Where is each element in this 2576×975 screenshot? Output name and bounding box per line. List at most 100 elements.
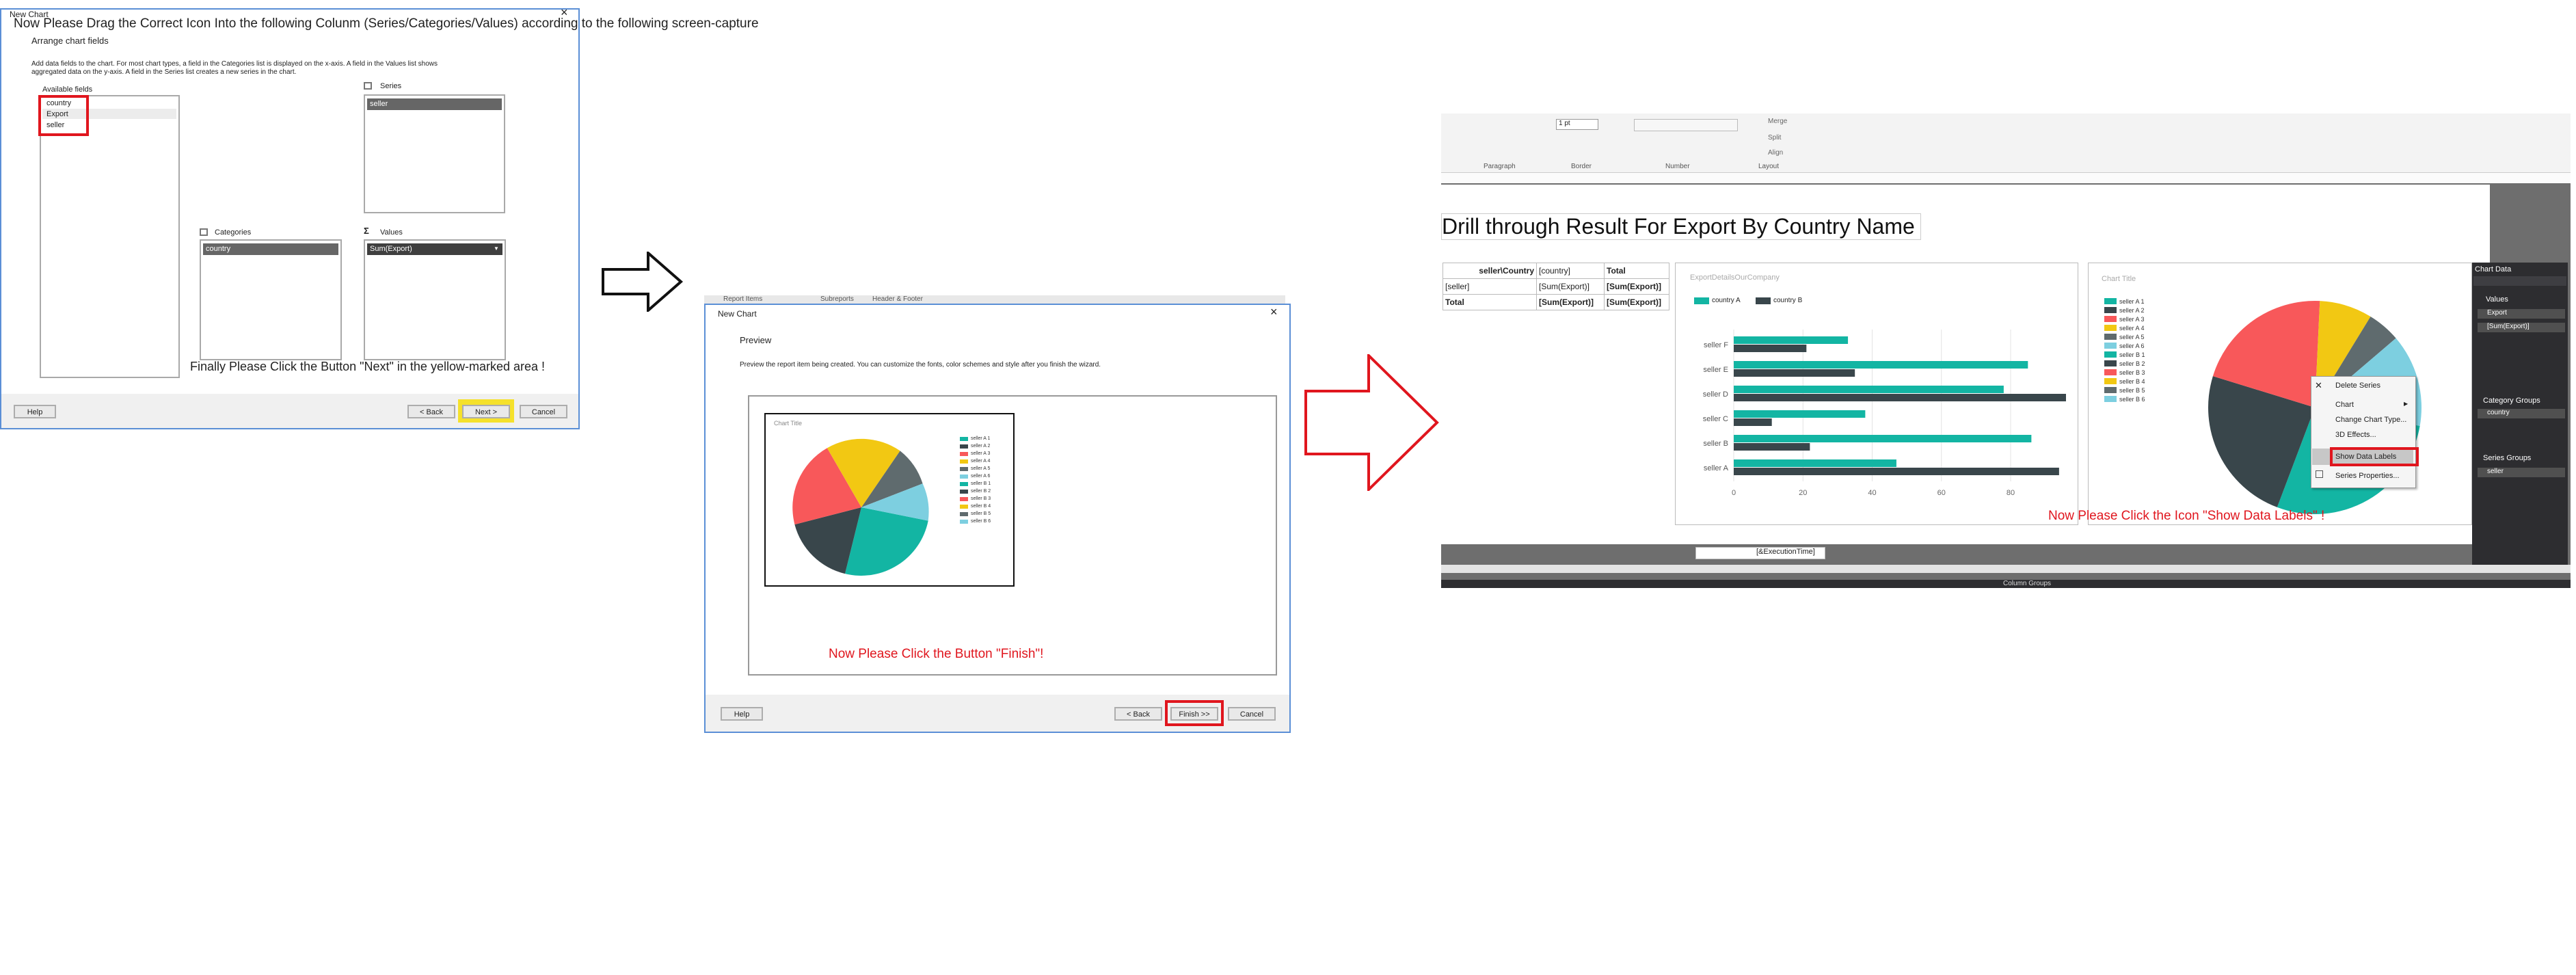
bar (1734, 394, 2066, 401)
legend-item: seller A 2 (2104, 306, 2145, 315)
delete-icon: ✕ (2315, 380, 2322, 390)
bar (1734, 435, 2032, 442)
cancel-button[interactable]: Cancel (520, 405, 567, 418)
preview-chart-title: Chart Title (774, 420, 803, 427)
x-tick-label: 0 (1732, 489, 1736, 497)
instruction-step4: Now Please Click the Icon "Show Data Lab… (2048, 509, 2325, 523)
bar (1734, 468, 2059, 475)
back-button[interactable]: < Back (407, 405, 455, 418)
table-cell[interactable]: [Sum(Export)] (1536, 294, 1605, 310)
table-cell[interactable]: Total (1443, 294, 1537, 310)
bar (1734, 386, 2004, 393)
table-cell[interactable]: [Sum(Export)] (1536, 278, 1605, 295)
chevron-down-icon[interactable]: ▼ (494, 245, 499, 252)
split-button[interactable]: Split (1768, 134, 1781, 142)
menu-delete-series[interactable]: Delete Series (2335, 382, 2380, 390)
legend-item: seller B 4 (2104, 377, 2145, 386)
categories-label: Categories (215, 228, 252, 237)
bg-tab-header-footer: Header & Footer (872, 295, 923, 303)
legend-item: seller A 1 (2104, 297, 2145, 306)
menu-chart[interactable]: Chart (2335, 401, 2354, 409)
y-tick-label: seller B (1703, 440, 1728, 448)
legend-item: seller B 5 (2104, 386, 2145, 395)
font-name-select[interactable] (1634, 119, 1738, 131)
legend-item: seller A 5 (2104, 332, 2145, 341)
preview-desc: Preview the report item being created. Y… (740, 361, 1101, 369)
available-fields-list[interactable]: country Export seller (40, 95, 180, 378)
border-width-select[interactable]: 1 pt (1556, 119, 1598, 130)
categories-item[interactable]: country (203, 243, 338, 255)
table-header-cell[interactable]: [country] (1536, 263, 1605, 279)
help-button-2[interactable]: Help (721, 707, 763, 721)
categories-icon (200, 228, 208, 236)
values-panel-subitem[interactable]: [Sum(Export)] (2478, 323, 2565, 332)
sigma-icon: Σ (364, 226, 369, 236)
align-button[interactable]: Align (1768, 149, 1783, 157)
arrange-desc-1: Add data fields to the chart. For most c… (31, 60, 438, 68)
merge-button[interactable]: Merge (1768, 118, 1787, 125)
ribbon-group-border: Border (1571, 163, 1592, 170)
series-item[interactable]: seller (367, 98, 502, 110)
instruction-step2: Finally Please Click the Button "Next" i… (190, 360, 546, 373)
arrange-heading: Arrange chart fields (31, 36, 109, 46)
legend-swatch (1756, 297, 1771, 304)
table-cell[interactable]: [seller] (1443, 278, 1537, 295)
table-header-cell[interactable]: Total (1604, 263, 1669, 279)
legend-item: seller B 1 (960, 480, 1008, 488)
legend-item: seller B 6 (960, 518, 1008, 525)
series-icon (364, 82, 372, 90)
series-list[interactable]: seller (364, 94, 505, 213)
menu-change-chart-type[interactable]: Change Chart Type... (2335, 416, 2406, 424)
category-groups-label: Category Groups (2483, 397, 2540, 405)
y-tick-label: seller A (1704, 464, 1729, 472)
pie-legend: seller A 1 seller A 2 seller A 3 seller … (2104, 297, 2145, 403)
menu-3d-effects[interactable]: 3D Effects... (2335, 431, 2376, 439)
y-tick-label: seller E (1703, 366, 1728, 374)
legend-item: seller A 4 (960, 457, 1008, 465)
close-icon-2[interactable]: × (1270, 305, 1278, 319)
horizontal-scrollbar[interactable] (1441, 565, 2571, 573)
values-panel-item[interactable]: Export (2478, 309, 2565, 319)
x-tick-label: 60 (1937, 489, 1946, 497)
legend-item: seller B 5 (960, 510, 1008, 518)
table-cell[interactable]: [Sum(Export)] (1604, 278, 1669, 295)
legend-swatch (1694, 297, 1709, 304)
legend-item: seller B 3 (960, 495, 1008, 503)
series-groups-item[interactable]: seller (2478, 468, 2565, 477)
submenu-arrow-icon: ▶ (2404, 401, 2409, 407)
bar-chart-title: ExportDetailsOurCompany (1690, 273, 1780, 282)
preview-pie-chart (792, 438, 929, 576)
legend-item: seller A 4 (2104, 323, 2145, 332)
category-groups-item[interactable]: country (2478, 409, 2565, 418)
arrange-desc-2: aggregated data on the y-axis. A field i… (31, 68, 297, 76)
values-list[interactable]: Sum(Export) ▼ (364, 239, 506, 360)
help-button[interactable]: Help (14, 405, 56, 418)
ribbon (1441, 113, 2571, 173)
x-tick-label: 40 (1868, 489, 1876, 497)
values-item[interactable]: Sum(Export) (367, 243, 502, 255)
back-button-2[interactable]: < Back (1114, 707, 1162, 721)
arrow-right-icon-2 (1304, 354, 1439, 491)
series-label: Series (380, 82, 402, 90)
bar (1734, 336, 1849, 344)
table-header-cell[interactable]: seller\Country (1443, 263, 1537, 279)
menu-series-properties[interactable]: Series Properties... (2335, 472, 2400, 480)
cancel-button-2[interactable]: Cancel (1228, 707, 1276, 721)
available-fields-label: Available fields (42, 85, 93, 94)
table-cell[interactable]: [Sum(Export)] (1604, 294, 1669, 310)
next-button[interactable]: Next > (462, 405, 510, 418)
legend-item: seller B 4 (960, 503, 1008, 510)
bar-chart: 0 20 40 60 80 seller F seller E seller D seller … (1703, 330, 2066, 497)
execution-time-field[interactable]: [&ExecutionTime] (1695, 547, 1825, 559)
series-groups-label: Series Groups (2483, 454, 2532, 462)
categories-list[interactable]: country (200, 239, 342, 360)
values-label: Values (380, 228, 403, 237)
legend-item: seller B 2 (2104, 359, 2145, 368)
legend-item: seller A 3 (2104, 315, 2145, 323)
legend-item: seller B 6 (2104, 395, 2145, 403)
chart-data-title: Chart Data (2475, 265, 2512, 273)
bg-tab-report-items: Report Items (723, 295, 763, 303)
ribbon-group-paragraph: Paragraph (1484, 163, 1516, 170)
report-title: Drill through Result For Export By Count… (1441, 213, 1921, 240)
values-panel-label: Values (2486, 295, 2508, 304)
